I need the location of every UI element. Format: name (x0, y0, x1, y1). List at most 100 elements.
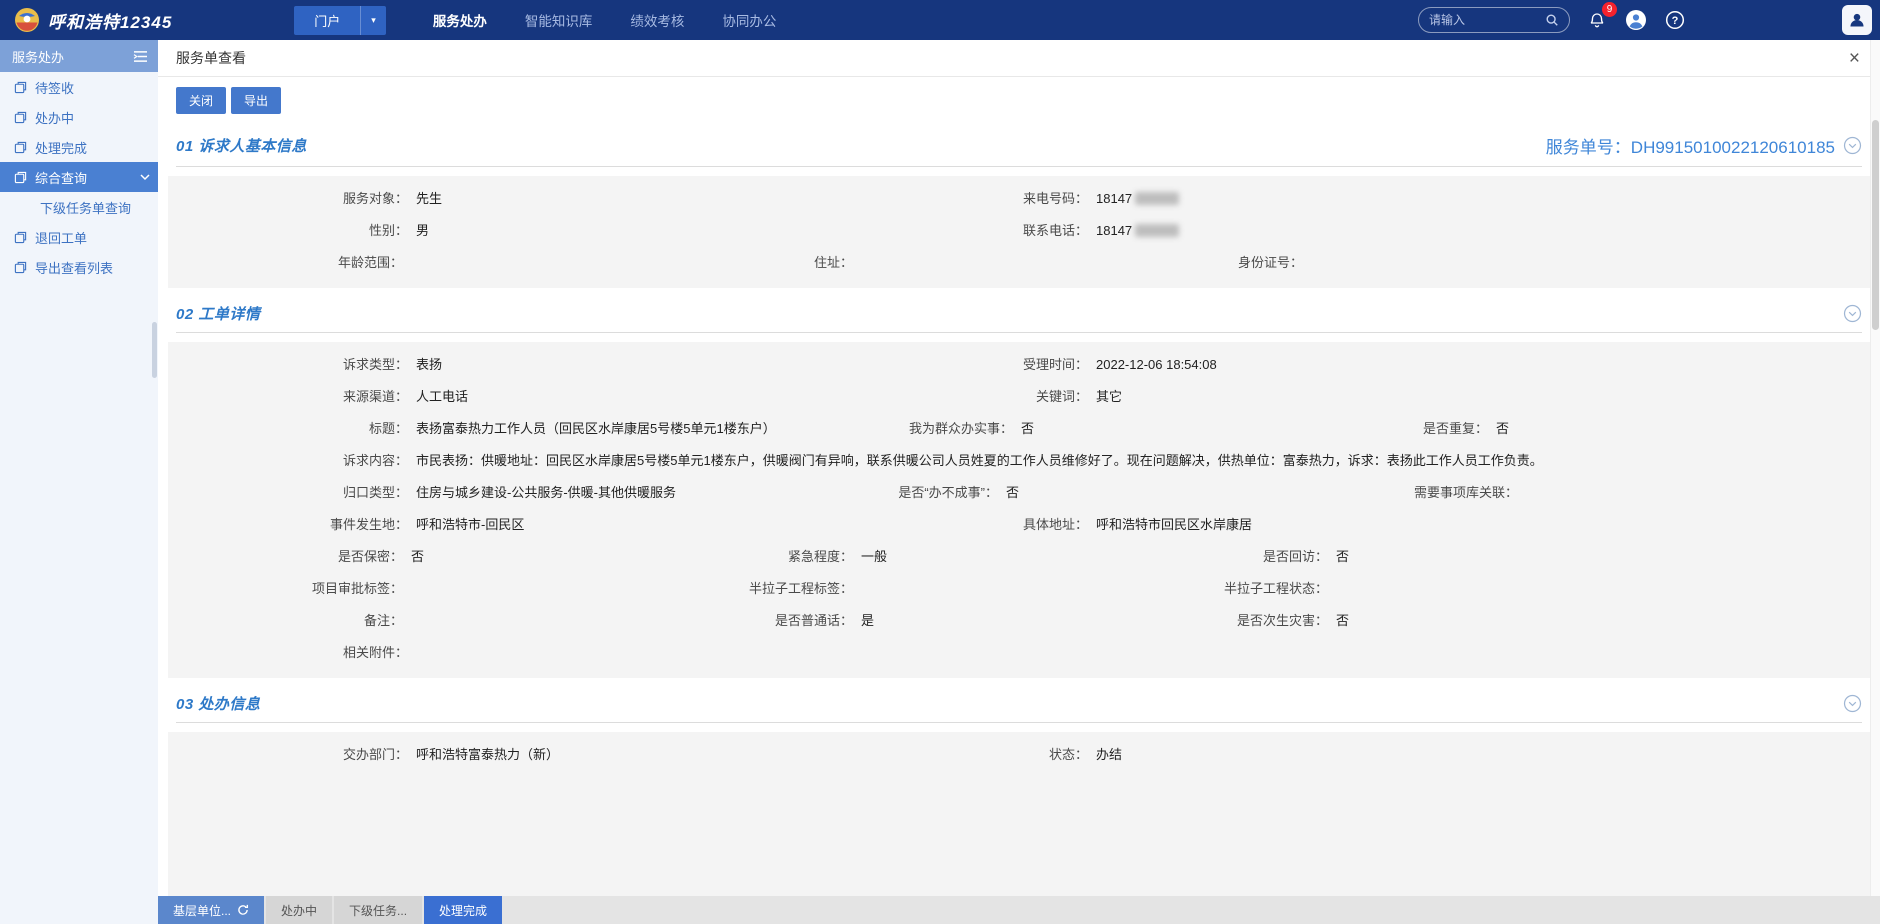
portal-label: 门户 (294, 6, 360, 35)
field-row: 来源渠道： 人工电话 关键词： 其它 (168, 381, 1870, 413)
refresh-icon[interactable] (237, 904, 249, 916)
field-label: 状态： (868, 745, 1088, 765)
field-age-range: 年龄范围： (168, 253, 618, 273)
sidebar-header: 服务处办 (0, 40, 158, 72)
sidebar-item-export-list[interactable]: 导出查看列表 (0, 252, 158, 282)
section-title: 03 处办信息 (176, 693, 260, 714)
export-button[interactable]: 导出 (231, 87, 281, 114)
field-row: 性别： 男 联系电话： 18147 (168, 215, 1870, 247)
field-label: 是否回访： (1068, 547, 1328, 567)
field-label: 紧急程度： (618, 547, 853, 567)
sidebar-item-label: 待签收 (35, 78, 74, 97)
field-value: 18147 (1088, 189, 1179, 209)
collapse-chevron-icon[interactable] (1843, 694, 1862, 713)
redacted-blur (1135, 192, 1179, 205)
field-remark: 备注： (168, 611, 618, 631)
question-mark-icon: ? (1665, 10, 1685, 30)
sidebar-item-label: 综合查询 (35, 168, 87, 187)
field-row: 备注： 是否普通话： 是 是否次生灾害： 否 (168, 605, 1870, 637)
search-icon[interactable] (1545, 13, 1559, 27)
sidebar-item-comprehensive-query[interactable]: 综合查询 (0, 162, 158, 192)
search-box[interactable] (1418, 7, 1570, 33)
sidebar-item-completed[interactable]: 处理完成 (0, 132, 158, 162)
svg-text:?: ? (1672, 15, 1679, 27)
field-label: 年龄范围： (168, 253, 403, 273)
service-order-number: 服务单号：DH9915010022120610185 (1546, 133, 1835, 158)
field-value: 18147 (1088, 221, 1179, 241)
sidebar-item-returned-orders[interactable]: 退回工单 (0, 222, 158, 252)
doc-icon (14, 141, 27, 154)
sidebar-item-in-progress[interactable]: 处办中 (0, 102, 158, 132)
doc-icon (14, 111, 27, 124)
portal-menu-button[interactable]: 门户 ▾ (294, 6, 386, 35)
page-title: 服务单查看 (176, 48, 246, 68)
notification-bell-icon[interactable]: 9 (1585, 8, 1609, 32)
field-half-project-tag: 半拉子工程标签： (618, 579, 1068, 599)
field-label: 半拉子工程状态： (1068, 579, 1328, 599)
section-title: 01 诉求人基本信息 (176, 135, 307, 156)
field-row: 事件发生地： 呼和浩特市-回民区 具体地址： 呼和浩特市回民区水岸康居 (168, 509, 1870, 541)
menu-collapse-icon[interactable] (133, 50, 148, 63)
field-cannot-be-done: 是否“办不成事”： 否 (788, 483, 1258, 503)
field-label: 是否保密： (168, 547, 403, 567)
bottom-tab-base-unit[interactable]: 基层单位... (158, 896, 264, 924)
collapse-chevron-icon[interactable] (1843, 304, 1862, 323)
nav-item-collaboration[interactable]: 协同办公 (703, 0, 795, 40)
field-row: 服务对象： 先生 来电号码： 18147 (168, 183, 1870, 215)
search-input[interactable] (1429, 13, 1545, 27)
field-half-project-status: 半拉子工程状态： (1068, 579, 1870, 599)
help-icon[interactable]: ? (1663, 8, 1687, 32)
nav-item-performance[interactable]: 绩效考核 (611, 0, 703, 40)
panel-basic-info: 服务对象： 先生 来电号码： 18147 性别： 男 联系电话： 18147 年… (168, 176, 1870, 288)
user-profile-icon[interactable] (1842, 5, 1872, 35)
close-button[interactable]: 关闭 (176, 87, 226, 114)
field-value: 2022-12-06 18:54:08 (1088, 355, 1217, 375)
sidebar-item-subtask-query[interactable]: 下级任务单查询 (0, 192, 158, 222)
field-label: 需要事项库关联： (1258, 483, 1518, 503)
field-row: 相关附件： (168, 637, 1870, 669)
field-is-repeat: 是否重复： 否 (1258, 419, 1870, 439)
field-row: 项目审批标签： 半拉子工程标签： 半拉子工程状态： (168, 573, 1870, 605)
field-is-mandarin: 是否普通话： 是 (618, 611, 1068, 631)
close-icon[interactable]: × (1849, 49, 1860, 68)
sidebar-item-pending-sign[interactable]: 待签收 (0, 72, 158, 102)
nav-item-service-handling[interactable]: 服务处办 (414, 0, 506, 40)
field-value: 办结 (1088, 745, 1122, 765)
field-label: 受理时间： (868, 355, 1088, 375)
field-source-channel: 来源渠道： 人工电话 (168, 387, 868, 407)
order-value: DH9915010022120610185 (1631, 138, 1835, 157)
field-label: 事件发生地： (168, 515, 408, 535)
chevron-down-icon[interactable]: ▾ (360, 6, 386, 35)
bottom-tab-bar: 基层单位... 处办中 下级任务... 处理完成 (158, 896, 1880, 924)
panel-handling-info: 交办部门： 呼和浩特富泰热力（新） 状态： 办结 (168, 732, 1870, 896)
field-caller-number: 来电号码： 18147 (868, 189, 1870, 209)
sidebar-scrollbar-thumb[interactable] (152, 322, 157, 378)
notification-badge: 9 (1602, 2, 1617, 17)
sidebar-item-label: 处理完成 (35, 138, 87, 157)
bottom-tab-completed[interactable]: 处理完成 (424, 896, 502, 924)
collapse-chevron-icon[interactable] (1843, 136, 1862, 155)
sidebar-item-label: 下级任务单查询 (40, 198, 131, 217)
bottom-tab-subtask[interactable]: 下级任务... (334, 896, 422, 924)
service-center-icon[interactable] (1624, 8, 1648, 32)
field-value-text: 18147 (1096, 191, 1132, 206)
toolbar: 关闭 导出 (158, 77, 1880, 118)
field-assign-dept: 交办部门： 呼和浩特富泰热力（新） (168, 745, 868, 765)
field-value: 否 (1328, 547, 1349, 567)
field-is-secret: 是否保密： 否 (168, 547, 618, 567)
field-label: 是否重复： (1258, 419, 1488, 439)
doc-icon (14, 171, 27, 184)
person-icon (1848, 11, 1866, 29)
field-value: 男 (408, 221, 429, 241)
vertical-scrollbar-thumb[interactable] (1872, 120, 1879, 330)
field-label: 诉求内容： (168, 451, 408, 471)
field-appeal-type: 诉求类型： 表扬 (168, 355, 868, 375)
field-value: 是 (853, 611, 874, 631)
main-nav: 服务处办 智能知识库 绩效考核 协同办公 (414, 0, 796, 40)
field-row: 诉求类型： 表扬 受理时间： 2022-12-06 18:54:08 (168, 349, 1870, 381)
nav-item-knowledge-base[interactable]: 智能知识库 (506, 0, 612, 40)
bottom-tab-in-progress[interactable]: 处办中 (266, 896, 332, 924)
redacted-blur (1135, 224, 1179, 237)
field-value: 否 (1013, 419, 1034, 439)
field-value: 市民表扬：供暖地址：回民区水岸康居5号楼5单元1楼东户，供暖阀门有异响，联系供暖… (408, 451, 1543, 471)
